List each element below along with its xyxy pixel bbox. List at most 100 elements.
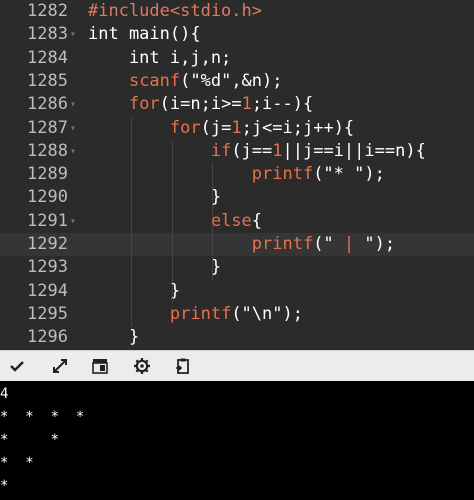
code-line[interactable]: 1288 ▾ if(j==1||j==i||i==n){ [0,140,474,163]
line-number: 1293 [27,257,68,278]
code-line[interactable]: 1292 printf(" | "); [0,233,474,257]
expand-button[interactable] [49,356,71,376]
code-token: } [88,187,222,208]
line-number: 1290 [27,187,68,208]
expand-icon [53,359,67,373]
console-line: * * [0,432,60,448]
code-token: if [210,140,232,161]
code-line[interactable]: 1283 ▾ int main(){ [0,23,474,46]
console-line: * * * * [0,409,85,425]
indent-guide [130,116,132,327]
line-number: 1285 [27,70,68,91]
code-text: printf("* "); [88,163,385,186]
clipboard-icon [176,358,189,374]
code-token: int i,j,n; [88,47,232,68]
code-line[interactable]: 1295 printf("\n"); [0,303,474,326]
code-line[interactable]: 1287 ▾ for(j=1;j<=i;j++){ [0,117,474,140]
fold-toggle-icon[interactable]: ▾ [70,210,76,233]
code-token: printf [169,303,232,324]
console-output: 4 * * * * * * * * * [0,381,474,500]
code-token: ;i--){ [251,94,314,115]
fold-toggle-icon[interactable]: ▾ [70,140,76,163]
console-line: * [0,478,9,494]
code-text: if(j==1||j==i||i==n){ [88,140,426,163]
code-token: } [88,257,222,278]
code-token: } [88,280,181,301]
code-line[interactable]: 1290 } [0,186,474,209]
layout-button[interactable] [89,356,111,376]
code-text: scanf("%d",&n); [88,70,283,93]
code-token: ||j==i||i==n){ [282,140,426,161]
line-number: 1294 [27,280,68,301]
code-token: for [128,94,160,115]
code-token: | [343,234,355,254]
code-text: for(j=1;j<=i;j++){ [88,117,354,140]
line-number: 1282 [27,1,68,21]
code-token: for [169,117,201,138]
code-line[interactable]: 1282 #include<stdio.h> [0,0,474,23]
code-token: (" [313,234,344,254]
code-text: int i,j,n; [88,47,231,70]
copy-button[interactable] [172,356,194,376]
code-token: (j= [200,117,232,138]
code-token: 1 [272,140,283,161]
settings-button[interactable] [131,356,153,376]
gear-icon [134,358,150,374]
code-token: else [210,210,252,231]
code-text: #include<stdio.h> [88,0,262,23]
code-line[interactable]: 1296 } [0,326,474,349]
code-text: } [88,186,221,209]
layout-icon [92,359,108,374]
line-number: 1284 [27,47,68,68]
code-text: } [88,280,180,303]
code-text: printf(" | "); [88,233,395,256]
console-line: * * [0,455,34,471]
code-text: } [88,326,139,349]
line-number: 1292 [27,234,68,254]
console-line: 4 [0,386,9,402]
code-token: ("* "); [313,164,385,185]
line-number: 1288 [27,140,68,161]
code-line[interactable]: 1286 ▾ for(i=n;i>=1;i--){ [0,93,474,116]
code-line[interactable]: 1291 ▾ else{ [0,210,474,233]
line-number: 1283 [27,24,68,45]
code-token: ("\n"); [231,303,303,324]
code-text: } [88,256,221,279]
code-token: { [251,210,263,231]
code-token: printf [251,164,314,185]
line-number: 1296 [27,327,68,348]
line-number: 1289 [27,164,68,185]
code-line[interactable]: 1285 scanf("%d",&n); [0,70,474,93]
fold-toggle-icon[interactable]: ▾ [70,117,76,140]
line-number: 1286 [27,94,68,115]
code-line[interactable]: 1293 } [0,256,474,279]
check-button[interactable] [6,356,28,376]
code-token: 1 [241,94,252,115]
code-text: int main(){ [88,23,201,46]
code-token: ;j<=i;j++){ [241,117,355,138]
code-line[interactable]: 1294 } [0,280,474,303]
code-token: printf [251,234,314,254]
fold-toggle-icon[interactable]: ▾ [70,23,76,46]
fold-toggle-icon[interactable]: ▾ [70,93,76,116]
code-token: } [88,327,140,348]
check-icon [10,361,24,372]
code-token: (i=n;i>= [159,94,242,115]
code-line[interactable]: 1289 printf("* "); [0,163,474,186]
code-token: #include<stdio.h> [88,1,262,21]
code-token: (j== [231,140,273,161]
line-number: 1295 [27,303,68,324]
code-editor[interactable]: 1282 #include<stdio.h> 1283 ▾ int main(){128… [0,0,474,350]
code-token: scanf [128,70,181,91]
code-line[interactable]: 1284 int i,j,n; [0,47,474,70]
indent-guide [171,139,173,303]
line-number: 1291 [27,210,68,231]
code-token: ("%d",&n); [180,70,283,91]
code-token: "); [354,234,396,254]
